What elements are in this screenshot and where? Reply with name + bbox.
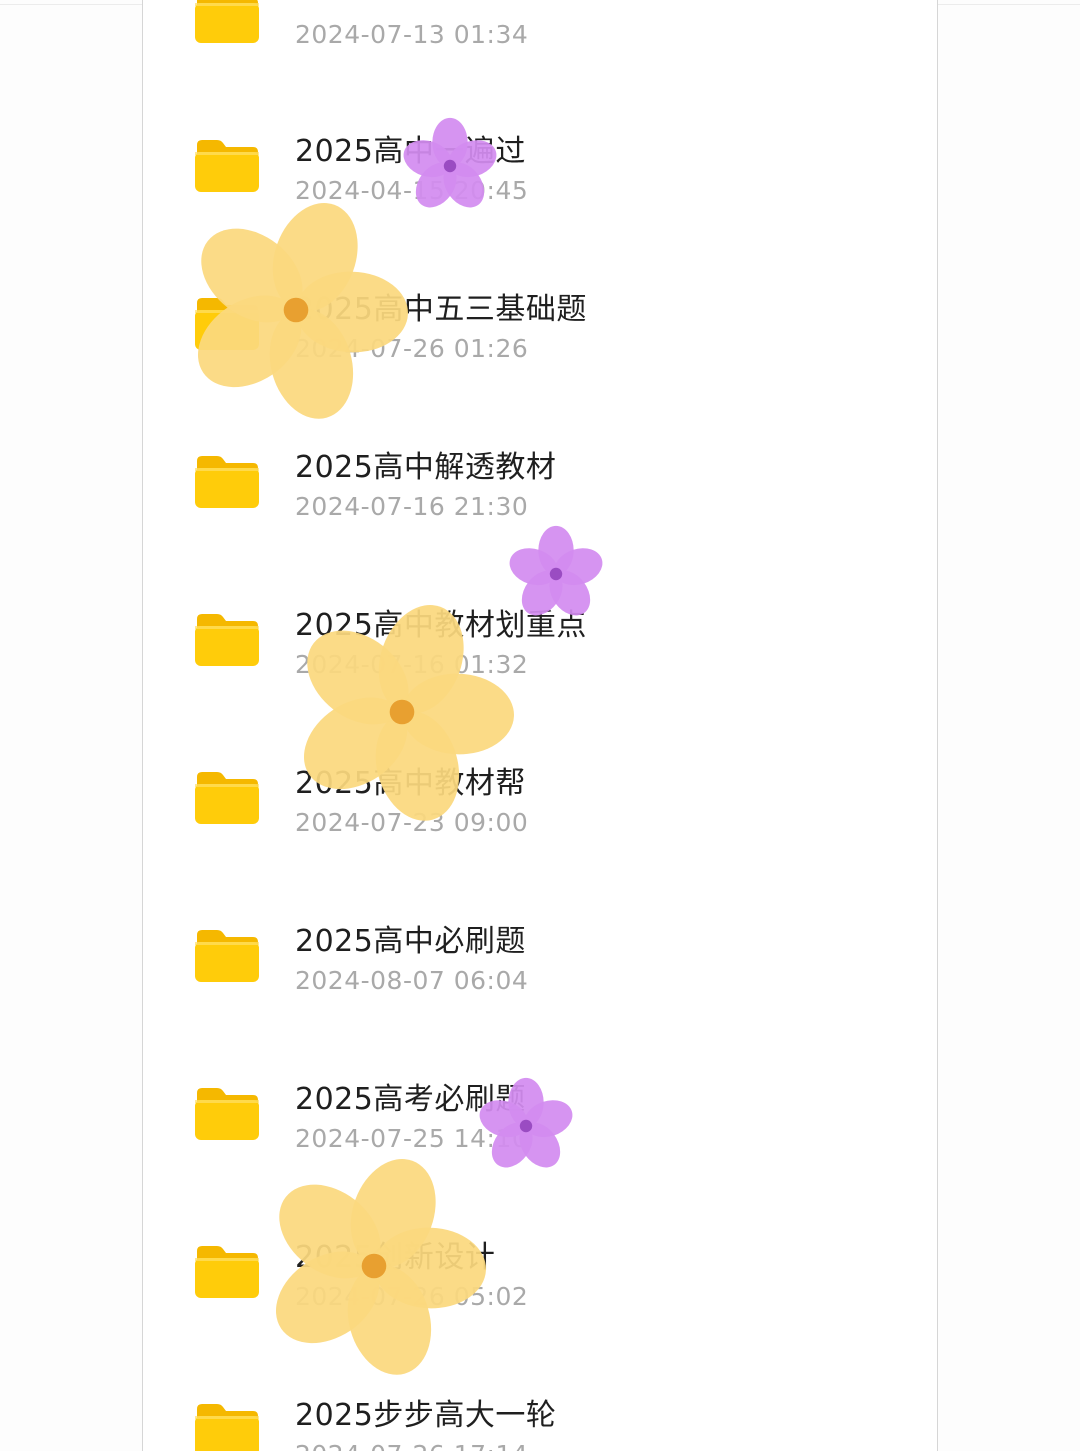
folder-name: 2025高中必刷题	[295, 924, 526, 959]
folder-row[interactable]: 2025高考必刷题 2024-07-25 14:10	[143, 1018, 937, 1168]
file-browser-screen: 2024-07-13 01:34 2025高中一遍过 2024-04-15 20…	[0, 0, 1080, 1451]
folder-icon	[193, 0, 261, 44]
folder-modified-time: 2024-07-26 01:26	[295, 334, 529, 363]
folder-modified-time: 2024-07-16 21:30	[295, 492, 529, 521]
folder-name: 2025步步高大一轮	[295, 1398, 557, 1433]
folder-row[interactable]: 2025高中一遍过 2024-04-15 20:45	[143, 70, 937, 220]
folder-list: 2024-07-13 01:34 2025高中一遍过 2024-04-15 20…	[142, 0, 938, 1451]
folder-modified-time: 2024-07-25 14:10	[295, 1124, 529, 1153]
folder-icon	[193, 453, 261, 509]
folder-row[interactable]: 2025高中必刷题 2024-08-07 06:04	[143, 860, 937, 1010]
folder-modified-time: 2024-08-07 06:04	[295, 966, 529, 995]
folder-modified-time: 2024-07-13 01:34	[295, 20, 529, 49]
folder-icon	[193, 927, 261, 983]
folder-icon	[193, 769, 261, 825]
folder-modified-time: 2024-07-16 01:32	[295, 650, 529, 679]
folder-row[interactable]: 2025创新设计 2024-07-26 05:02	[143, 1176, 937, 1326]
folder-row[interactable]: 2025步步高大一轮 2024-07-26 17:14	[143, 1334, 937, 1451]
folder-row[interactable]: 2025高中教材划重点 2024-07-16 01:32	[143, 544, 937, 694]
folder-name: 2025高中解透教材	[295, 450, 557, 485]
folder-modified-time: 2024-07-26 17:14	[295, 1440, 528, 1451]
folder-row[interactable]: 2024-07-13 01:34	[143, 0, 937, 49]
folder-name: 2025高考必刷题	[295, 1082, 526, 1117]
folder-icon	[193, 1401, 261, 1451]
folder-modified-time: 2024-07-23 09:00	[295, 808, 529, 837]
folder-icon	[193, 137, 261, 193]
folder-name: 2025高中教材划重点	[295, 608, 587, 643]
folder-icon	[193, 1085, 261, 1141]
folder-name: 2025高中教材帮	[295, 766, 526, 801]
folder-icon	[193, 1243, 261, 1299]
folder-name: 2025高中五三基础题	[295, 292, 587, 327]
folder-name: 2025高中一遍过	[295, 134, 526, 169]
folder-row[interactable]: 2025高中五三基础题 2024-07-26 01:26	[143, 228, 937, 378]
folder-modified-time: 2024-04-15 20:45	[295, 176, 529, 205]
folder-row[interactable]: 2025高中教材帮 2024-07-23 09:00	[143, 702, 937, 852]
folder-icon	[193, 295, 261, 351]
folder-icon	[193, 611, 261, 667]
folder-row[interactable]: 2025高中解透教材 2024-07-16 21:30	[143, 386, 937, 536]
folder-modified-time: 2024-07-26 05:02	[295, 1282, 529, 1311]
folder-name: 2025创新设计	[295, 1240, 496, 1275]
